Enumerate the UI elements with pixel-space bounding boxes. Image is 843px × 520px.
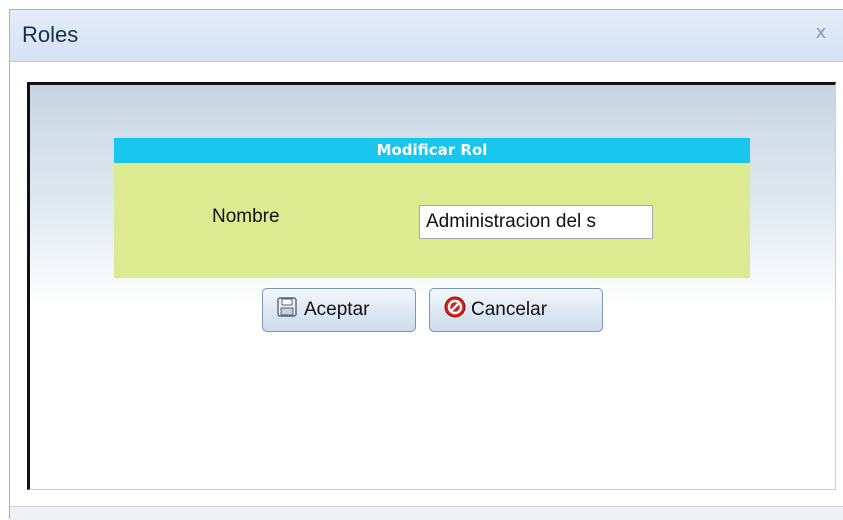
dialog-content-panel: Modificar Rol Nombre Administracion del …	[27, 82, 836, 490]
dialog-footer	[10, 506, 843, 520]
cancel-icon	[444, 296, 466, 324]
save-icon	[277, 297, 297, 323]
roles-dialog: Roles x Modificar Rol Nombre Administrac…	[9, 9, 843, 520]
nombre-input[interactable]: Administracion del s	[419, 205, 653, 239]
cancelar-button[interactable]: Cancelar	[429, 288, 603, 332]
nombre-input-value: Administracion del s	[426, 211, 597, 232]
aceptar-button[interactable]: Aceptar	[262, 288, 416, 332]
nombre-label: Nombre	[212, 206, 280, 227]
dialog-title: Roles	[22, 22, 79, 47]
form-body: Nombre Administracion del s	[114, 163, 750, 278]
cancelar-label: Cancelar	[471, 299, 548, 320]
dialog-titlebar: Roles x	[10, 10, 843, 62]
form-header: Modificar Rol	[114, 138, 750, 163]
close-button[interactable]: x	[811, 22, 831, 44]
aceptar-label: Aceptar	[304, 299, 370, 320]
